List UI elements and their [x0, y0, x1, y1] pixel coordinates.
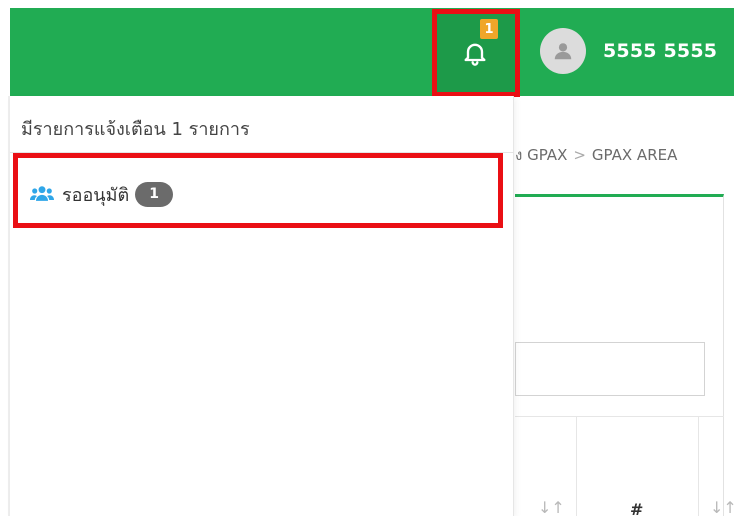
notification-summary: มีรายการแจ้งเตือน 1 รายการ: [21, 119, 250, 140]
dropdown-divider: [10, 152, 514, 153]
table-header-divider: [515, 416, 724, 417]
notification-item-pending-approval[interactable]: รออนุมัติ 1: [20, 174, 490, 214]
breadcrumb-item-gpax[interactable]: ง GPAX: [515, 146, 567, 164]
users-icon: [30, 186, 54, 201]
notification-item-count-badge: 1: [135, 181, 174, 207]
breadcrumb-separator: >: [573, 146, 586, 164]
user-icon: [554, 43, 572, 60]
avatar[interactable]: [540, 28, 586, 74]
breadcrumb: ง GPAX > GPAX AREA: [515, 143, 677, 167]
table-header-hash[interactable]: #: [630, 500, 643, 516]
notification-count-badge: 1: [480, 19, 498, 39]
sort-icon[interactable]: ↓↑: [538, 498, 565, 516]
bell-icon: [464, 43, 486, 66]
user-name[interactable]: 5555 5555: [603, 40, 717, 62]
notification-bell-button[interactable]: [434, 12, 516, 94]
notification-dropdown: [10, 96, 514, 516]
page: ง GPAX > GPAX AREA ↓↑ # ↓↑ 1 5555 5555 มีร…: [0, 0, 734, 516]
sort-icon[interactable]: ↓↑: [710, 498, 734, 516]
breadcrumb-item-gpax-area: GPAX AREA: [591, 146, 678, 164]
table-column-divider: [576, 417, 577, 516]
notification-item-label: รออนุมัติ: [62, 184, 130, 206]
table-column-divider: [698, 417, 699, 516]
search-input[interactable]: [515, 342, 705, 396]
